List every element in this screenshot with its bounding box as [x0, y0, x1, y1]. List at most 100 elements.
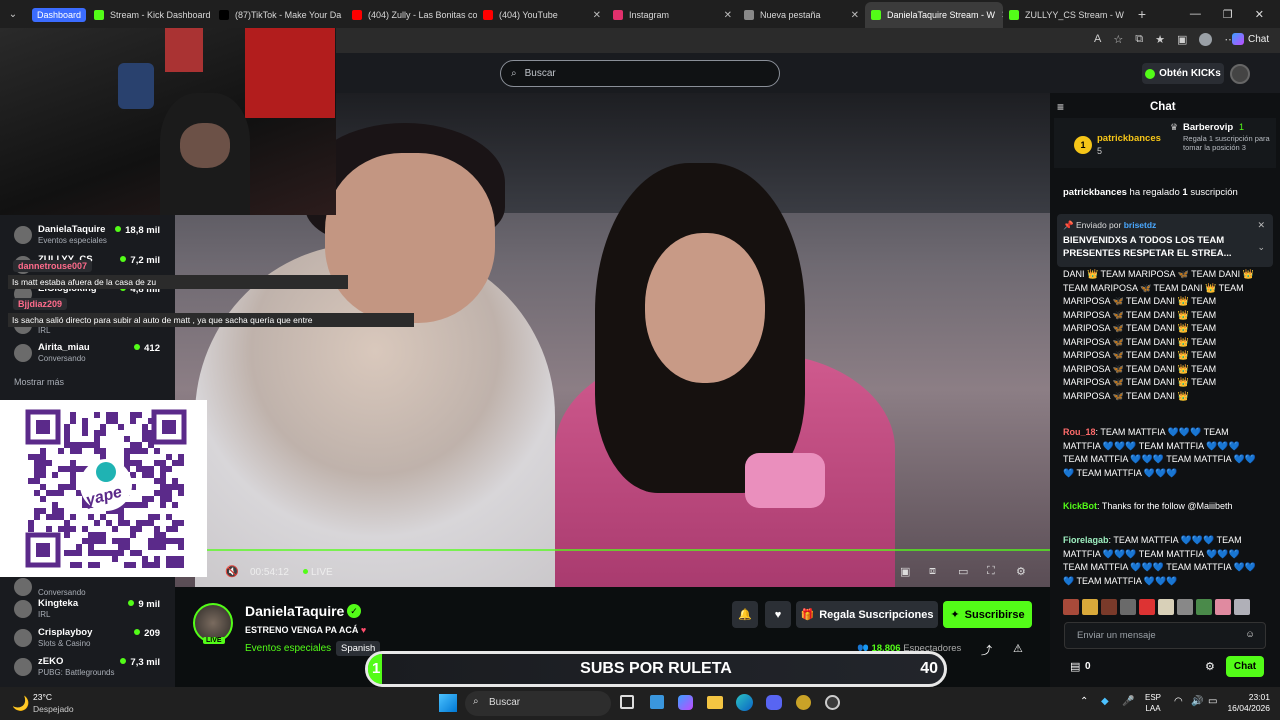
share-icon[interactable]: ⤴	[981, 642, 992, 658]
qr-cell	[70, 418, 76, 424]
qr-cell	[58, 466, 64, 472]
sidebar-channel[interactable]: Crisplayboy Slots & Casino 209	[10, 625, 170, 653]
browser-tab[interactable]: (404) YouTube ✕	[477, 2, 607, 28]
tab-label: (87)TikTok - Make Your Da	[235, 10, 342, 20]
notifications-button[interactable]: 🔔	[732, 601, 758, 628]
favorites-icon[interactable]: ★	[1155, 33, 1165, 46]
report-icon[interactable]: ⚠	[1013, 642, 1023, 655]
mute-icon[interactable]: 🔇	[225, 565, 239, 578]
theater-icon[interactable]: ▭	[958, 565, 968, 578]
qr-cell	[178, 484, 184, 490]
emote-icon[interactable]	[1158, 599, 1174, 615]
emote-icon[interactable]	[1101, 599, 1117, 615]
sidebar-channel[interactable]: zEKO PUBG: Battlegrounds 7,3 mil	[10, 654, 170, 682]
read-aloud-icon[interactable]: A	[1094, 33, 1101, 46]
browser-tab[interactable]: (87)TikTok - Make Your Da✕	[213, 2, 346, 28]
pip-icon[interactable]: ▣	[900, 565, 910, 578]
clip-icon[interactable]: ⧈	[929, 565, 936, 578]
tray-chevron-icon[interactable]: ⌃	[1080, 696, 1088, 707]
copilot-chat-button[interactable]: Chat	[1232, 33, 1269, 45]
wifi-icon[interactable]: ◠	[1174, 696, 1183, 707]
keyboard-lang[interactable]: ESP LAA	[1145, 692, 1161, 714]
close-window-icon[interactable]: ✕	[1255, 8, 1264, 21]
browser-tab[interactable]: Instagram ✕	[607, 2, 738, 28]
search-input[interactable]: ⌕ Buscar	[500, 60, 780, 87]
minimize-icon[interactable]: —	[1190, 8, 1201, 21]
send-chat-button[interactable]: Chat	[1226, 656, 1264, 677]
emote-icon[interactable]	[1063, 599, 1079, 615]
pinned-message[interactable]: 📌 Enviado por brisetdz BIENVENIDXS A TOD…	[1057, 214, 1273, 267]
taskbar-search[interactable]: ⌕ Buscar	[465, 691, 611, 716]
app-icon[interactable]	[796, 695, 811, 710]
mic-tray-icon[interactable]: 🎤	[1122, 696, 1134, 707]
emote-icon[interactable]	[1082, 599, 1098, 615]
edge-icon[interactable]	[736, 694, 753, 711]
gift-subs-button[interactable]: 🎁 Regala Suscripciones	[796, 601, 938, 628]
new-tab-button[interactable]: +	[1130, 6, 1154, 22]
emote-icon[interactable]	[1215, 599, 1231, 615]
chat-username[interactable]: KickBot	[1063, 501, 1097, 511]
qr-cell	[160, 478, 166, 484]
store-icon[interactable]	[650, 695, 664, 709]
emote-icon[interactable]	[1196, 599, 1212, 615]
fullscreen-icon[interactable]: ⛶	[987, 565, 995, 578]
user-avatar[interactable]	[1230, 64, 1250, 84]
streamer-name[interactable]: DanielaTaquire	[245, 603, 344, 619]
emote-icon[interactable]	[1120, 599, 1136, 615]
chat-settings-icon[interactable]: ⚙	[1205, 660, 1215, 673]
emote-icon[interactable]	[1139, 599, 1155, 615]
qr-cell	[100, 550, 106, 556]
browser-tab[interactable]: Nueva pestaña ✕	[738, 2, 865, 28]
obs-icon[interactable]	[825, 695, 840, 710]
extensions-icon[interactable]: ⧉	[1135, 33, 1143, 46]
category-link[interactable]: Eventos especiales	[245, 643, 331, 654]
profile-icon[interactable]	[1199, 33, 1213, 46]
chat-input[interactable]: Enviar un mensaje ☺	[1064, 622, 1266, 649]
network-tray-icon[interactable]: ◆	[1101, 696, 1109, 707]
tab-close-icon[interactable]: ✕	[587, 10, 601, 21]
chat-username[interactable]: Rou_18	[1063, 427, 1096, 437]
file-explorer-icon[interactable]	[707, 696, 723, 709]
tab-close-icon[interactable]: ✕	[995, 10, 1003, 21]
emote-icon[interactable]	[1234, 599, 1250, 615]
follow-button[interactable]: ♥	[765, 601, 791, 628]
browser-tab[interactable]: DanielaTaquire Stream - W✕	[865, 2, 1003, 28]
tab-actions-icon[interactable]: ⌄	[0, 1, 26, 27]
channel-name: Kingteka	[38, 598, 79, 609]
search-icon: ⌕	[511, 68, 517, 79]
copilot-taskbar-icon[interactable]	[678, 695, 693, 710]
volume-icon[interactable]: 🔊	[1191, 696, 1203, 707]
sidebar-channel[interactable]: DanielaTaquire Eventos especiales 18,8 mil	[10, 222, 170, 250]
top-gifter-name[interactable]: patrickbances	[1097, 133, 1161, 144]
sidebar-channel[interactable]: Airita_miau Conversando 412	[10, 340, 170, 368]
emote-icon[interactable]	[1177, 599, 1193, 615]
qr-cell	[112, 538, 118, 544]
sidebar-channel[interactable]: Kingteka IRL 9 mil	[10, 596, 170, 624]
subscribe-button[interactable]: ✦ Suscribirse	[943, 601, 1032, 628]
kicks-wallet-icon[interactable]: ▤	[1070, 660, 1080, 673]
tab-close-icon[interactable]: ✕	[845, 10, 859, 21]
browser-tab[interactable]: ZULLYY_CS Stream - W✕	[1003, 2, 1130, 28]
emoji-icon[interactable]: ☺	[1245, 629, 1255, 640]
pinned-author[interactable]: brisetdz	[1124, 220, 1157, 230]
chat-username[interactable]: Fiorelagab	[1063, 535, 1109, 545]
discord-icon[interactable]	[766, 695, 782, 710]
unpin-icon[interactable]: ✕	[1257, 220, 1265, 231]
start-icon[interactable]	[439, 694, 457, 712]
collections-icon[interactable]: ▣	[1177, 33, 1187, 46]
favorite-icon[interactable]: ☆	[1113, 33, 1123, 46]
browser-tab[interactable]: Stream - Kick Dashboard✕	[88, 2, 213, 28]
collapse-chat-icon[interactable]: ≡	[1057, 100, 1064, 114]
browser-tab[interactable]: Dashboard	[26, 2, 88, 28]
expand-pinned-icon[interactable]: ⌄	[1257, 242, 1265, 253]
browser-tab[interactable]: (404) Zully - Las Bonitas co✕	[346, 2, 477, 28]
tab-close-icon[interactable]: ✕	[718, 10, 732, 21]
settings-icon[interactable]: ⚙	[1016, 565, 1026, 578]
get-kicks-button[interactable]: Obtén KICKs	[1142, 63, 1224, 84]
restore-icon[interactable]: ❐	[1223, 8, 1233, 21]
clock[interactable]: 23:01 16/04/2026	[1220, 692, 1270, 714]
battery-icon[interactable]: ▭	[1208, 696, 1217, 707]
show-more-link[interactable]: Mostrar más	[14, 377, 64, 387]
taskview-icon[interactable]	[620, 695, 634, 709]
second-gifter-name[interactable]: Barberovip	[1183, 122, 1233, 133]
